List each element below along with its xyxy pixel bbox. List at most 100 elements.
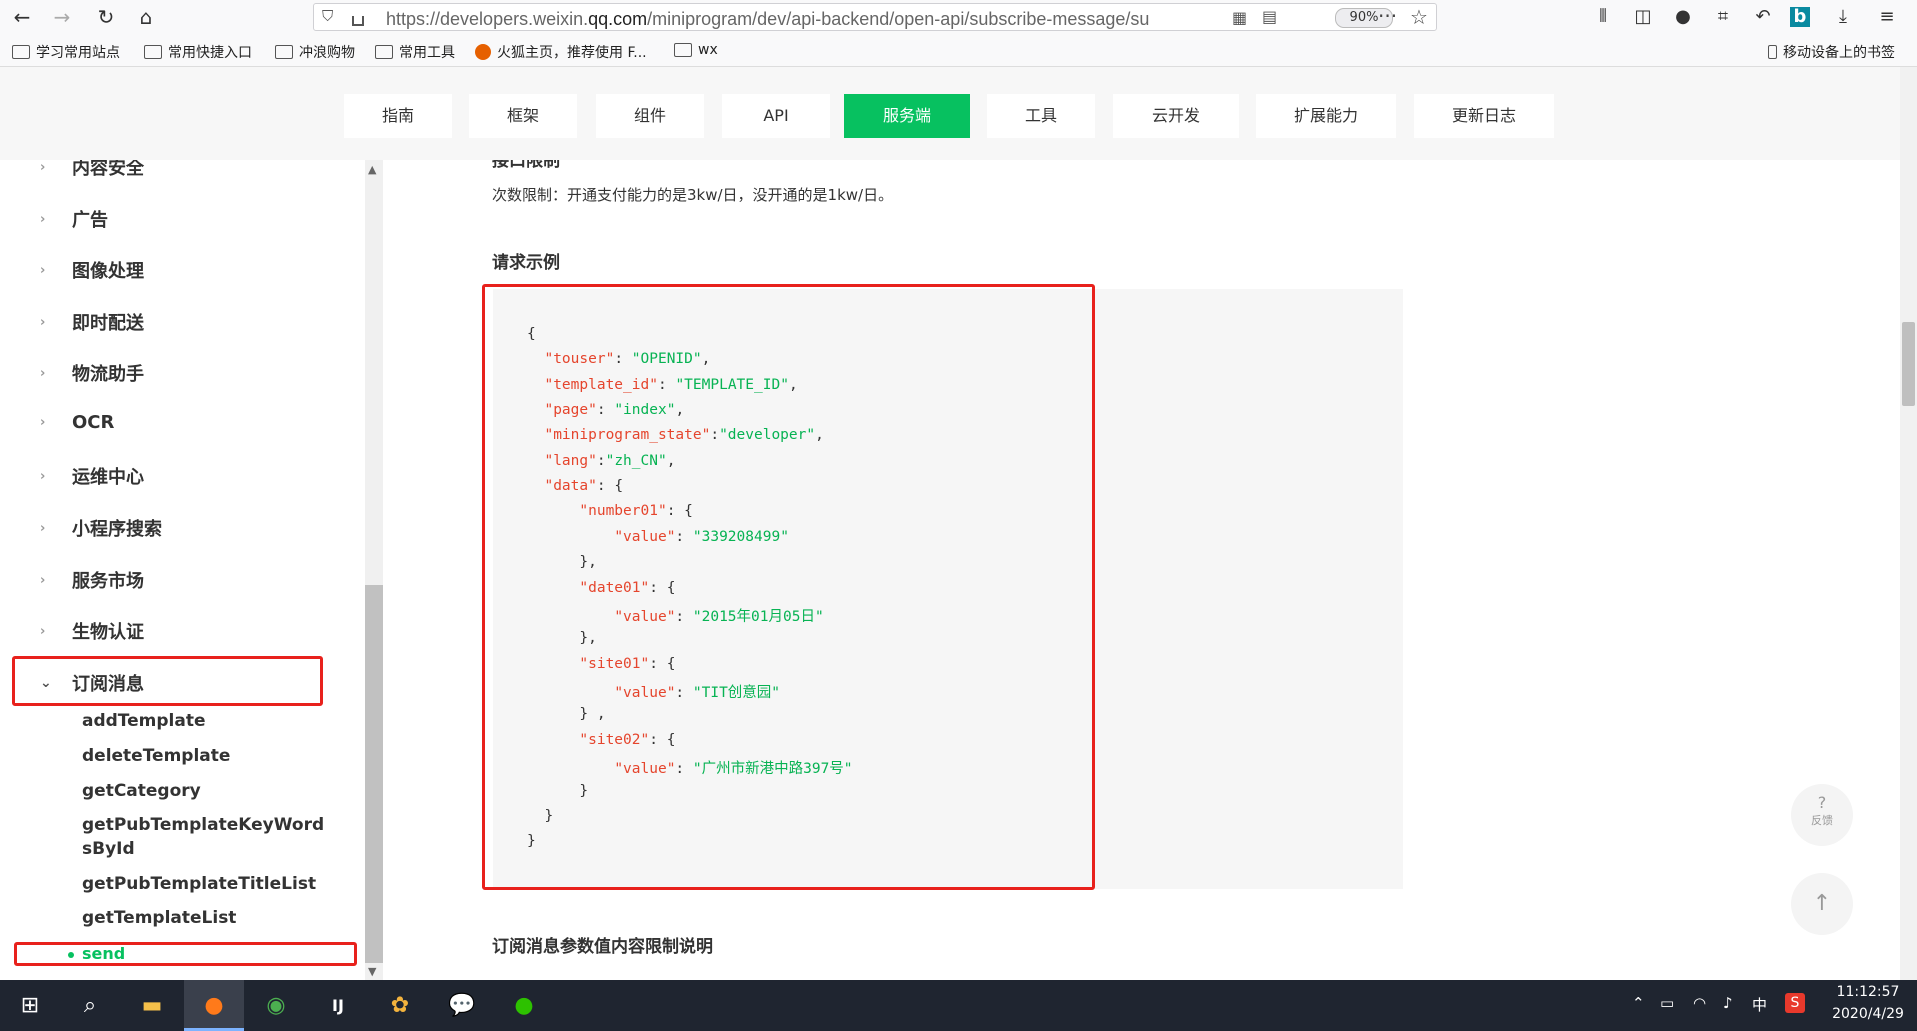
chevron-right-icon: ›	[40, 211, 46, 227]
url-bar[interactable]: ⛉ https://developers.weixin.qq.com/minip…	[313, 3, 1437, 31]
sidebar-sub-addtemplate[interactable]: addTemplate	[82, 709, 327, 733]
sidebar-item-market[interactable]: › 服务市场	[40, 567, 144, 593]
request-heading: 请求示例	[492, 253, 560, 273]
wifi-icon[interactable]: ◠	[1693, 994, 1706, 1012]
folder-icon	[375, 45, 393, 59]
qr-code-icon[interactable]: ▦	[1232, 8, 1247, 27]
sidebar-item-bio[interactable]: › 生物认证	[40, 618, 144, 644]
folder-icon	[674, 43, 692, 57]
sidebar-scroll-thumb[interactable]	[365, 585, 383, 963]
sidebar-item-ocr[interactable]: › OCR	[40, 412, 114, 433]
chat-app-icon[interactable]: 💬	[432, 980, 492, 1031]
sidebar-item-label: OCR	[72, 412, 115, 433]
sidebar-item-ads[interactable]: › 广告	[40, 206, 108, 232]
scroll-up-icon[interactable]: ▲	[368, 163, 376, 176]
ime-indicator[interactable]: 中	[1752, 994, 1767, 1015]
chevron-right-icon: ›	[40, 365, 46, 381]
bookmark-item[interactable]: 火狐主页，推荐使用 F...	[475, 42, 647, 62]
feedback-button[interactable]: ? 反馈	[1791, 784, 1853, 846]
undo-icon[interactable]: ↶	[1750, 5, 1776, 29]
sidebar-sub-getcategory[interactable]: getCategory	[82, 779, 327, 803]
sidebar-sub-deletetemplate[interactable]: deleteTemplate	[82, 744, 327, 768]
chevron-right-icon: ›	[40, 572, 46, 588]
shield-icon[interactable]: ⛉	[322, 7, 333, 25]
reload-icon[interactable]: ↻	[92, 4, 120, 30]
bookmark-item[interactable]: 常用快捷入口	[144, 42, 252, 62]
intellij-icon[interactable]: IJ	[308, 980, 368, 1031]
screenshot-icon[interactable]: ⌗	[1710, 5, 1736, 29]
sidebar-icon[interactable]: ◫	[1630, 5, 1656, 29]
sidebar-sub-gettitlelist[interactable]: getPubTemplateTitleList	[82, 872, 327, 896]
account-avatar-icon[interactable]: ●	[1670, 5, 1696, 29]
chrome-icon[interactable]: ◉	[246, 980, 306, 1031]
sidebar-item-label: 即时配送	[72, 313, 144, 334]
page-scroll-thumb[interactable]	[1902, 322, 1915, 406]
top-nav: 指南 框架 组件 API 服务端 工具 云开发 扩展能力 更新日志	[0, 67, 1900, 160]
chevron-right-icon: ›	[40, 314, 46, 330]
forward-icon[interactable]: →	[48, 4, 76, 30]
page-scrollbar[interactable]	[1900, 67, 1917, 980]
firefox-icon	[475, 44, 491, 60]
tab-components[interactable]: 组件	[596, 94, 704, 138]
url-text[interactable]: https://developers.weixin.qq.com/minipro…	[386, 9, 1149, 30]
sidebar-item-content-security[interactable]: › 内容安全	[40, 160, 144, 180]
sidebar-item-ops[interactable]: › 运维中心	[40, 463, 144, 489]
file-explorer-icon[interactable]: ▬	[122, 980, 182, 1031]
browser-toolbar: ← → ↻ ⌂ ⛉ https://developers.weixin.qq.c…	[0, 0, 1917, 34]
bookmark-label: 火狐主页，推荐使用 F...	[497, 45, 647, 61]
app-icon[interactable]: ✿	[370, 980, 430, 1031]
chevron-up-icon[interactable]: ⌃	[1632, 994, 1645, 1012]
sidebar-item-search[interactable]: › 小程序搜索	[40, 515, 162, 541]
bing-icon[interactable]: b	[1790, 7, 1810, 27]
library-icon[interactable]: ⫴	[1590, 5, 1616, 29]
folder-icon	[12, 45, 30, 59]
folder-icon	[144, 45, 162, 59]
home-icon[interactable]: ⌂	[132, 4, 160, 30]
sidebar-sub-gettemplatelist[interactable]: getTemplateList	[82, 906, 327, 930]
bookmark-star-icon[interactable]: ☆	[1410, 5, 1428, 29]
sidebar-item-logistics[interactable]: › 物流助手	[40, 360, 144, 386]
tab-framework[interactable]: 框架	[469, 94, 577, 138]
clock-date[interactable]: 2020/4/29	[1828, 1006, 1908, 1022]
download-icon[interactable]: ⤓	[1830, 5, 1856, 29]
battery-icon[interactable]: ▭	[1660, 994, 1674, 1012]
mobile-bookmarks[interactable]: 移动设备上的书签	[1768, 42, 1895, 62]
menu-icon[interactable]: ≡	[1874, 5, 1900, 29]
wechat-icon[interactable]: ●	[494, 980, 554, 1031]
sidebar-item-delivery[interactable]: › 即时配送	[40, 309, 144, 335]
taskbar: ⊞ ⌕ ▬ ● ◉ IJ ✿ 💬 ● ⌃ ▭ ◠ ♪ 中 S 11:12:57 …	[0, 980, 1917, 1031]
back-to-top-button[interactable]: ↑	[1791, 873, 1853, 935]
lock-icon[interactable]	[352, 16, 364, 26]
sidebar-item-label: 生物认证	[72, 622, 144, 643]
more-actions-icon[interactable]: ···	[1378, 4, 1397, 28]
tab-changelog[interactable]: 更新日志	[1414, 94, 1554, 138]
bookmark-item[interactable]: wx	[674, 42, 718, 58]
sidebar-item-label: 小程序搜索	[72, 519, 162, 540]
sidebar-item-label: 运维中心	[72, 467, 144, 488]
tab-tools[interactable]: 工具	[987, 94, 1095, 138]
scroll-down-icon[interactable]: ▼	[368, 965, 376, 978]
reader-view-icon[interactable]: ▤	[1262, 7, 1277, 26]
bookmark-item[interactable]: 冲浪购物	[275, 42, 355, 62]
tab-guide[interactable]: 指南	[344, 94, 452, 138]
sidebar-item-image[interactable]: › 图像处理	[40, 257, 144, 283]
bookmark-item[interactable]: 常用工具	[375, 42, 455, 62]
search-icon[interactable]: ⌕	[60, 980, 120, 1031]
tab-cloud[interactable]: 云开发	[1113, 94, 1239, 138]
windows-start-icon[interactable]: ⊞	[0, 980, 60, 1031]
back-icon[interactable]: ←	[8, 4, 36, 30]
sidebar-item-label: 内容安全	[72, 160, 144, 179]
bookmark-label: 常用快捷入口	[168, 45, 252, 61]
sogou-icon[interactable]: S	[1785, 993, 1805, 1013]
feedback-label: 反馈	[1811, 814, 1833, 827]
clock-time[interactable]: 11:12:57	[1833, 984, 1903, 1000]
firefox-icon[interactable]: ●	[184, 980, 244, 1031]
tab-extensions[interactable]: 扩展能力	[1256, 94, 1396, 138]
tab-api[interactable]: API	[722, 94, 830, 138]
section-heading: 接口限制	[492, 160, 560, 171]
bookmark-item[interactable]: 学习常用站点	[12, 42, 120, 62]
tab-server[interactable]: 服务端	[844, 94, 970, 138]
highlight-box	[12, 656, 323, 706]
sidebar-sub-getkeywords[interactable]: getPubTemplateKeyWordsById	[82, 813, 327, 861]
volume-icon[interactable]: ♪	[1723, 994, 1733, 1012]
